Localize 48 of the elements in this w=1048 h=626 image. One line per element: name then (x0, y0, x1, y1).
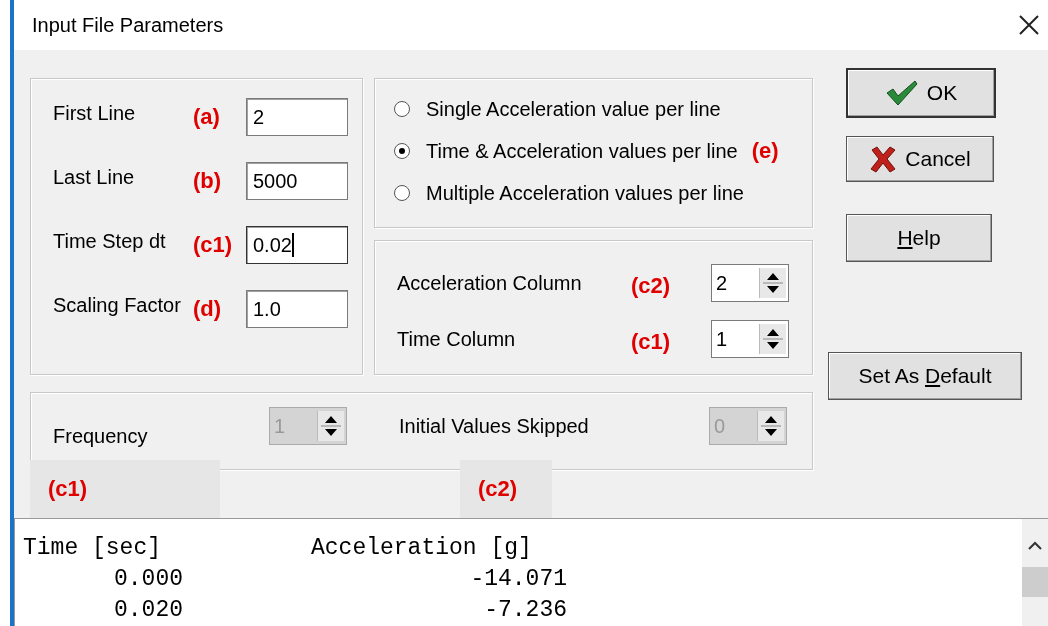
data-value: 0.020 (113, 596, 183, 625)
ok-button[interactable]: OK (846, 68, 996, 118)
radio-label[interactable]: Multiple Acceleration values per line (426, 181, 744, 205)
column-tag: (c2) (460, 460, 552, 518)
data-value: -7.236 (483, 596, 567, 625)
column-tag: (c1) (30, 460, 220, 518)
radio-label[interactable]: Time & Acceleration values per line (426, 139, 738, 163)
scrollbar[interactable] (1022, 519, 1048, 626)
field-label: Time Column (397, 327, 517, 351)
radio-button[interactable] (394, 185, 410, 201)
data-value: -14.071 (469, 565, 567, 594)
column-header: Time [sec] (23, 534, 163, 563)
field-label: Last Line (53, 165, 136, 190)
spin-arrows-icon[interactable] (759, 324, 786, 354)
input-field[interactable]: 1.0 (246, 290, 348, 328)
field-label: Initial Values Skipped (399, 414, 590, 438)
field-label: First Line (53, 101, 137, 126)
data-value: 0.000 (113, 565, 183, 594)
annotation-label: (d) (193, 295, 223, 323)
close-icon[interactable] (1018, 14, 1040, 36)
field-label: Time Step dt (53, 229, 167, 254)
annotation-label: (c1) (193, 231, 234, 259)
radio-label[interactable]: Single Acceleration value per line (426, 97, 721, 121)
input-field[interactable]: 2 (246, 98, 348, 136)
input-field[interactable]: 0.02 (246, 226, 348, 264)
radio-button[interactable] (394, 101, 410, 117)
window-title: Input File Parameters (32, 13, 224, 37)
annotation-label: (e) (751, 138, 779, 164)
radio-button[interactable] (394, 143, 410, 159)
field-label: Scaling Factor (53, 293, 182, 318)
scroll-up-icon[interactable] (1028, 541, 1042, 551)
cross-icon (869, 145, 898, 173)
field-label: Acceleration Column (397, 271, 583, 295)
annotation-label: (b) (193, 167, 223, 195)
column-header: Acceleration [g] (310, 534, 533, 563)
field-label: Frequency (53, 423, 149, 448)
dialog-button[interactable]: Set As Default (828, 352, 1022, 400)
number-spinner[interactable]: 2 (711, 264, 789, 302)
dialog-button[interactable]: Help (846, 214, 992, 262)
number-spinner[interactable]: 1 (711, 320, 789, 358)
annotation-label: (c2) (631, 272, 672, 299)
scroll-thumb[interactable] (1022, 567, 1048, 597)
spin-arrows-icon[interactable] (759, 268, 786, 298)
checkmark-icon (884, 79, 919, 107)
annotation-label: (a) (193, 103, 221, 131)
annotation-label: (c1) (631, 328, 672, 355)
input-field[interactable]: 5000 (246, 162, 348, 200)
cancel-button[interactable]: Cancel (846, 136, 994, 182)
